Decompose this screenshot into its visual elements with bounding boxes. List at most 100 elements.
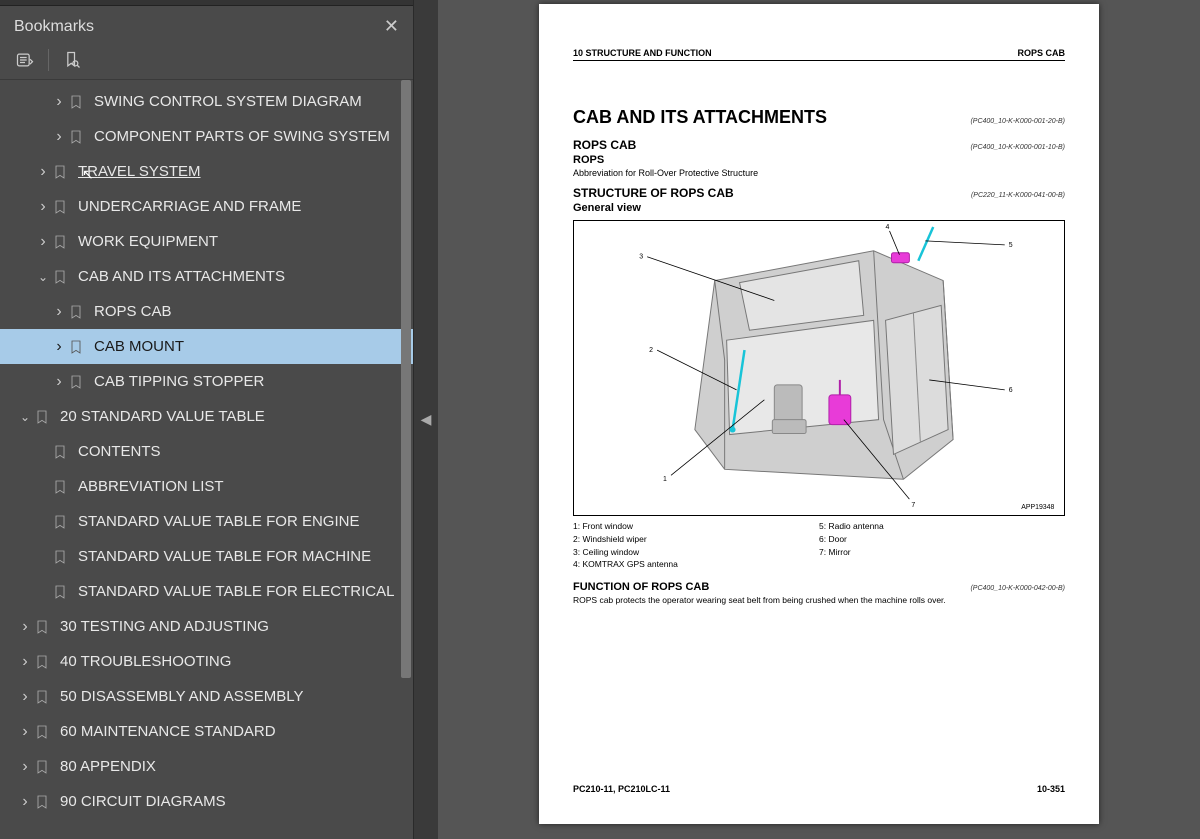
diagram-legend: 1: Front window2: Windshield wiper3: Cei… bbox=[573, 520, 1065, 571]
bookmark-label: WORK EQUIPMENT bbox=[78, 233, 218, 250]
bookmark-icon bbox=[68, 373, 86, 391]
chevron-right-icon[interactable]: › bbox=[50, 373, 68, 391]
page-header: 10 STRUCTURE AND FUNCTION ROPS CAB bbox=[573, 48, 1065, 61]
func-code: (PC400_10-K-K000-042-00-B) bbox=[970, 585, 1065, 592]
tool-divider bbox=[48, 49, 49, 71]
bookmark-item[interactable]: CONTENTS bbox=[0, 434, 413, 469]
bookmark-icon bbox=[68, 93, 86, 111]
bookmark-icon bbox=[34, 793, 52, 811]
bookmark-icon bbox=[34, 758, 52, 776]
page-title: CAB AND ITS ATTACHMENTS bbox=[573, 107, 827, 128]
bookmark-item[interactable]: › 50 DISASSEMBLY AND ASSEMBLY bbox=[0, 679, 413, 714]
svg-text:6: 6 bbox=[1009, 387, 1013, 394]
diagram-code: APP19348 bbox=[1021, 504, 1054, 511]
bookmark-icon bbox=[52, 478, 70, 496]
bookmark-icon bbox=[52, 233, 70, 251]
legend-item: 4: KOMTRAX GPS antenna bbox=[573, 558, 819, 571]
bookmark-icon bbox=[34, 688, 52, 706]
chevron-right-icon[interactable]: › bbox=[50, 128, 68, 146]
bookmark-label: 50 DISASSEMBLY AND ASSEMBLY bbox=[60, 688, 303, 705]
bookmark-label: COMPONENT PARTS OF SWING SYSTEM bbox=[94, 128, 390, 145]
find-bookmark-icon[interactable] bbox=[61, 49, 83, 71]
bookmark-label: ROPS CAB bbox=[94, 303, 172, 320]
document-viewport[interactable]: 10 STRUCTURE AND FUNCTION ROPS CAB CAB A… bbox=[438, 0, 1200, 839]
scrollbar[interactable] bbox=[401, 80, 411, 678]
bookmark-icon bbox=[52, 548, 70, 566]
bookmark-item[interactable]: STANDARD VALUE TABLE FOR ENGINE bbox=[0, 504, 413, 539]
bookmark-label: STANDARD VALUE TABLE FOR MACHINE bbox=[78, 548, 371, 565]
chevron-down-icon[interactable]: ⌄ bbox=[34, 270, 52, 284]
bookmark-label: TRAVEL SYSTEM bbox=[78, 163, 201, 180]
section-rops-cab: ROPS CAB bbox=[573, 138, 636, 152]
bookmark-item[interactable]: ›CAB MOUNT bbox=[0, 329, 413, 364]
legend-item: 5: Radio antenna bbox=[819, 520, 1065, 533]
close-icon[interactable]: ✕ bbox=[384, 16, 399, 37]
chevron-right-icon[interactable]: › bbox=[34, 163, 52, 181]
bookmark-item[interactable]: ABBREVIATION LIST bbox=[0, 469, 413, 504]
footer-right: 10-351 bbox=[1037, 784, 1065, 794]
header-left: 10 STRUCTURE AND FUNCTION bbox=[573, 48, 712, 58]
bookmark-label: STANDARD VALUE TABLE FOR ELECTRICAL bbox=[78, 583, 394, 600]
chevron-right-icon[interactable]: › bbox=[34, 198, 52, 216]
bookmark-item[interactable]: › 60 MAINTENANCE STANDARD bbox=[0, 714, 413, 749]
collapse-panel-icon[interactable]: ◀ bbox=[421, 411, 432, 428]
rops-abbrev: Abbreviation for Roll-Over Protective St… bbox=[573, 168, 1065, 178]
chevron-right-icon[interactable]: › bbox=[50, 303, 68, 321]
svg-text:7: 7 bbox=[911, 502, 915, 509]
svg-text:3: 3 bbox=[639, 254, 643, 261]
scrollbar-thumb[interactable] bbox=[401, 80, 411, 678]
bookmark-item[interactable]: ⌄20 STANDARD VALUE TABLE bbox=[0, 399, 413, 434]
general-view-label: General view bbox=[573, 202, 1065, 214]
bookmark-icon bbox=[68, 338, 86, 356]
bookmark-item[interactable]: ›90 CIRCUIT DIAGRAMS bbox=[0, 784, 413, 819]
bookmark-label: 80 APPENDIX bbox=[60, 758, 156, 775]
chevron-right-icon[interactable]: › bbox=[34, 233, 52, 251]
chevron-right-icon[interactable]: › bbox=[16, 653, 34, 671]
bookmark-item[interactable]: STANDARD VALUE TABLE FOR ELECTRICAL bbox=[0, 574, 413, 609]
bookmark-icon bbox=[52, 163, 70, 181]
bookmark-icon bbox=[52, 513, 70, 531]
bookmark-item[interactable]: ›SWING CONTROL SYSTEM DIAGRAM bbox=[0, 84, 413, 119]
chevron-right-icon[interactable]: › bbox=[16, 793, 34, 811]
bookmark-item[interactable]: › 40 TROUBLESHOOTING bbox=[0, 644, 413, 679]
bookmark-item[interactable]: › TRAVEL SYSTEM bbox=[0, 154, 413, 189]
section-rops: ROPS bbox=[573, 154, 1065, 166]
bookmark-item[interactable]: ›30 TESTING AND ADJUSTING bbox=[0, 609, 413, 644]
bookmark-item[interactable]: › WORK EQUIPMENT bbox=[0, 224, 413, 259]
bookmark-label: 40 TROUBLESHOOTING bbox=[60, 653, 231, 670]
title-code: (PC400_10-K-K000-001-20-B) bbox=[970, 118, 1065, 125]
bookmark-item[interactable]: › COMPONENT PARTS OF SWING SYSTEM bbox=[0, 119, 413, 154]
bookmark-label: CONTENTS bbox=[78, 443, 161, 460]
cab-diagram: 1 2 3 4 5 6 7 APP19348 bbox=[573, 220, 1065, 516]
chevron-right-icon[interactable]: › bbox=[16, 758, 34, 776]
svg-text:5: 5 bbox=[1009, 242, 1013, 249]
bookmark-icon bbox=[34, 408, 52, 426]
legend-item: 3: Ceiling window bbox=[573, 546, 819, 559]
bookmark-icon bbox=[34, 723, 52, 741]
bookmark-tree[interactable]: ›SWING CONTROL SYSTEM DIAGRAM›COMPONENT … bbox=[0, 80, 413, 839]
bookmark-item[interactable]: › ROPS CAB bbox=[0, 294, 413, 329]
chevron-right-icon[interactable]: › bbox=[16, 688, 34, 706]
chevron-right-icon[interactable]: › bbox=[50, 93, 68, 111]
panel-gutter: ◀ bbox=[414, 0, 438, 839]
sidebar-title: Bookmarks bbox=[14, 18, 94, 36]
chevron-right-icon[interactable]: › bbox=[16, 618, 34, 636]
bookmark-item[interactable]: STANDARD VALUE TABLE FOR MACHINE bbox=[0, 539, 413, 574]
bookmark-label: STANDARD VALUE TABLE FOR ENGINE bbox=[78, 513, 359, 530]
chevron-right-icon[interactable]: › bbox=[50, 338, 68, 356]
bookmark-item[interactable]: › 80 APPENDIX bbox=[0, 749, 413, 784]
bookmark-options-icon[interactable] bbox=[14, 49, 36, 71]
bookmark-item[interactable]: ›CAB TIPPING STOPPER bbox=[0, 364, 413, 399]
chevron-right-icon[interactable]: › bbox=[16, 723, 34, 741]
bookmark-item[interactable]: ⌄CAB AND ITS ATTACHMENTS bbox=[0, 259, 413, 294]
bookmark-icon bbox=[34, 653, 52, 671]
bookmark-item[interactable]: › UNDERCARRIAGE AND FRAME bbox=[0, 189, 413, 224]
bookmark-label: 60 MAINTENANCE STANDARD bbox=[60, 723, 276, 740]
footer-left: PC210-11, PC210LC-11 bbox=[573, 784, 670, 794]
bookmark-label: UNDERCARRIAGE AND FRAME bbox=[78, 198, 301, 215]
chevron-down-icon[interactable]: ⌄ bbox=[16, 410, 34, 424]
sub1-code: (PC400_10-K-K000-001-10-B) bbox=[970, 144, 1065, 151]
legend-item: 7: Mirror bbox=[819, 546, 1065, 559]
function-text: ROPS cab protects the operator wearing s… bbox=[573, 595, 1065, 605]
bookmarks-panel: Bookmarks ✕ ›SWING CONTROL SYSTEM DIAGRA… bbox=[0, 0, 414, 839]
